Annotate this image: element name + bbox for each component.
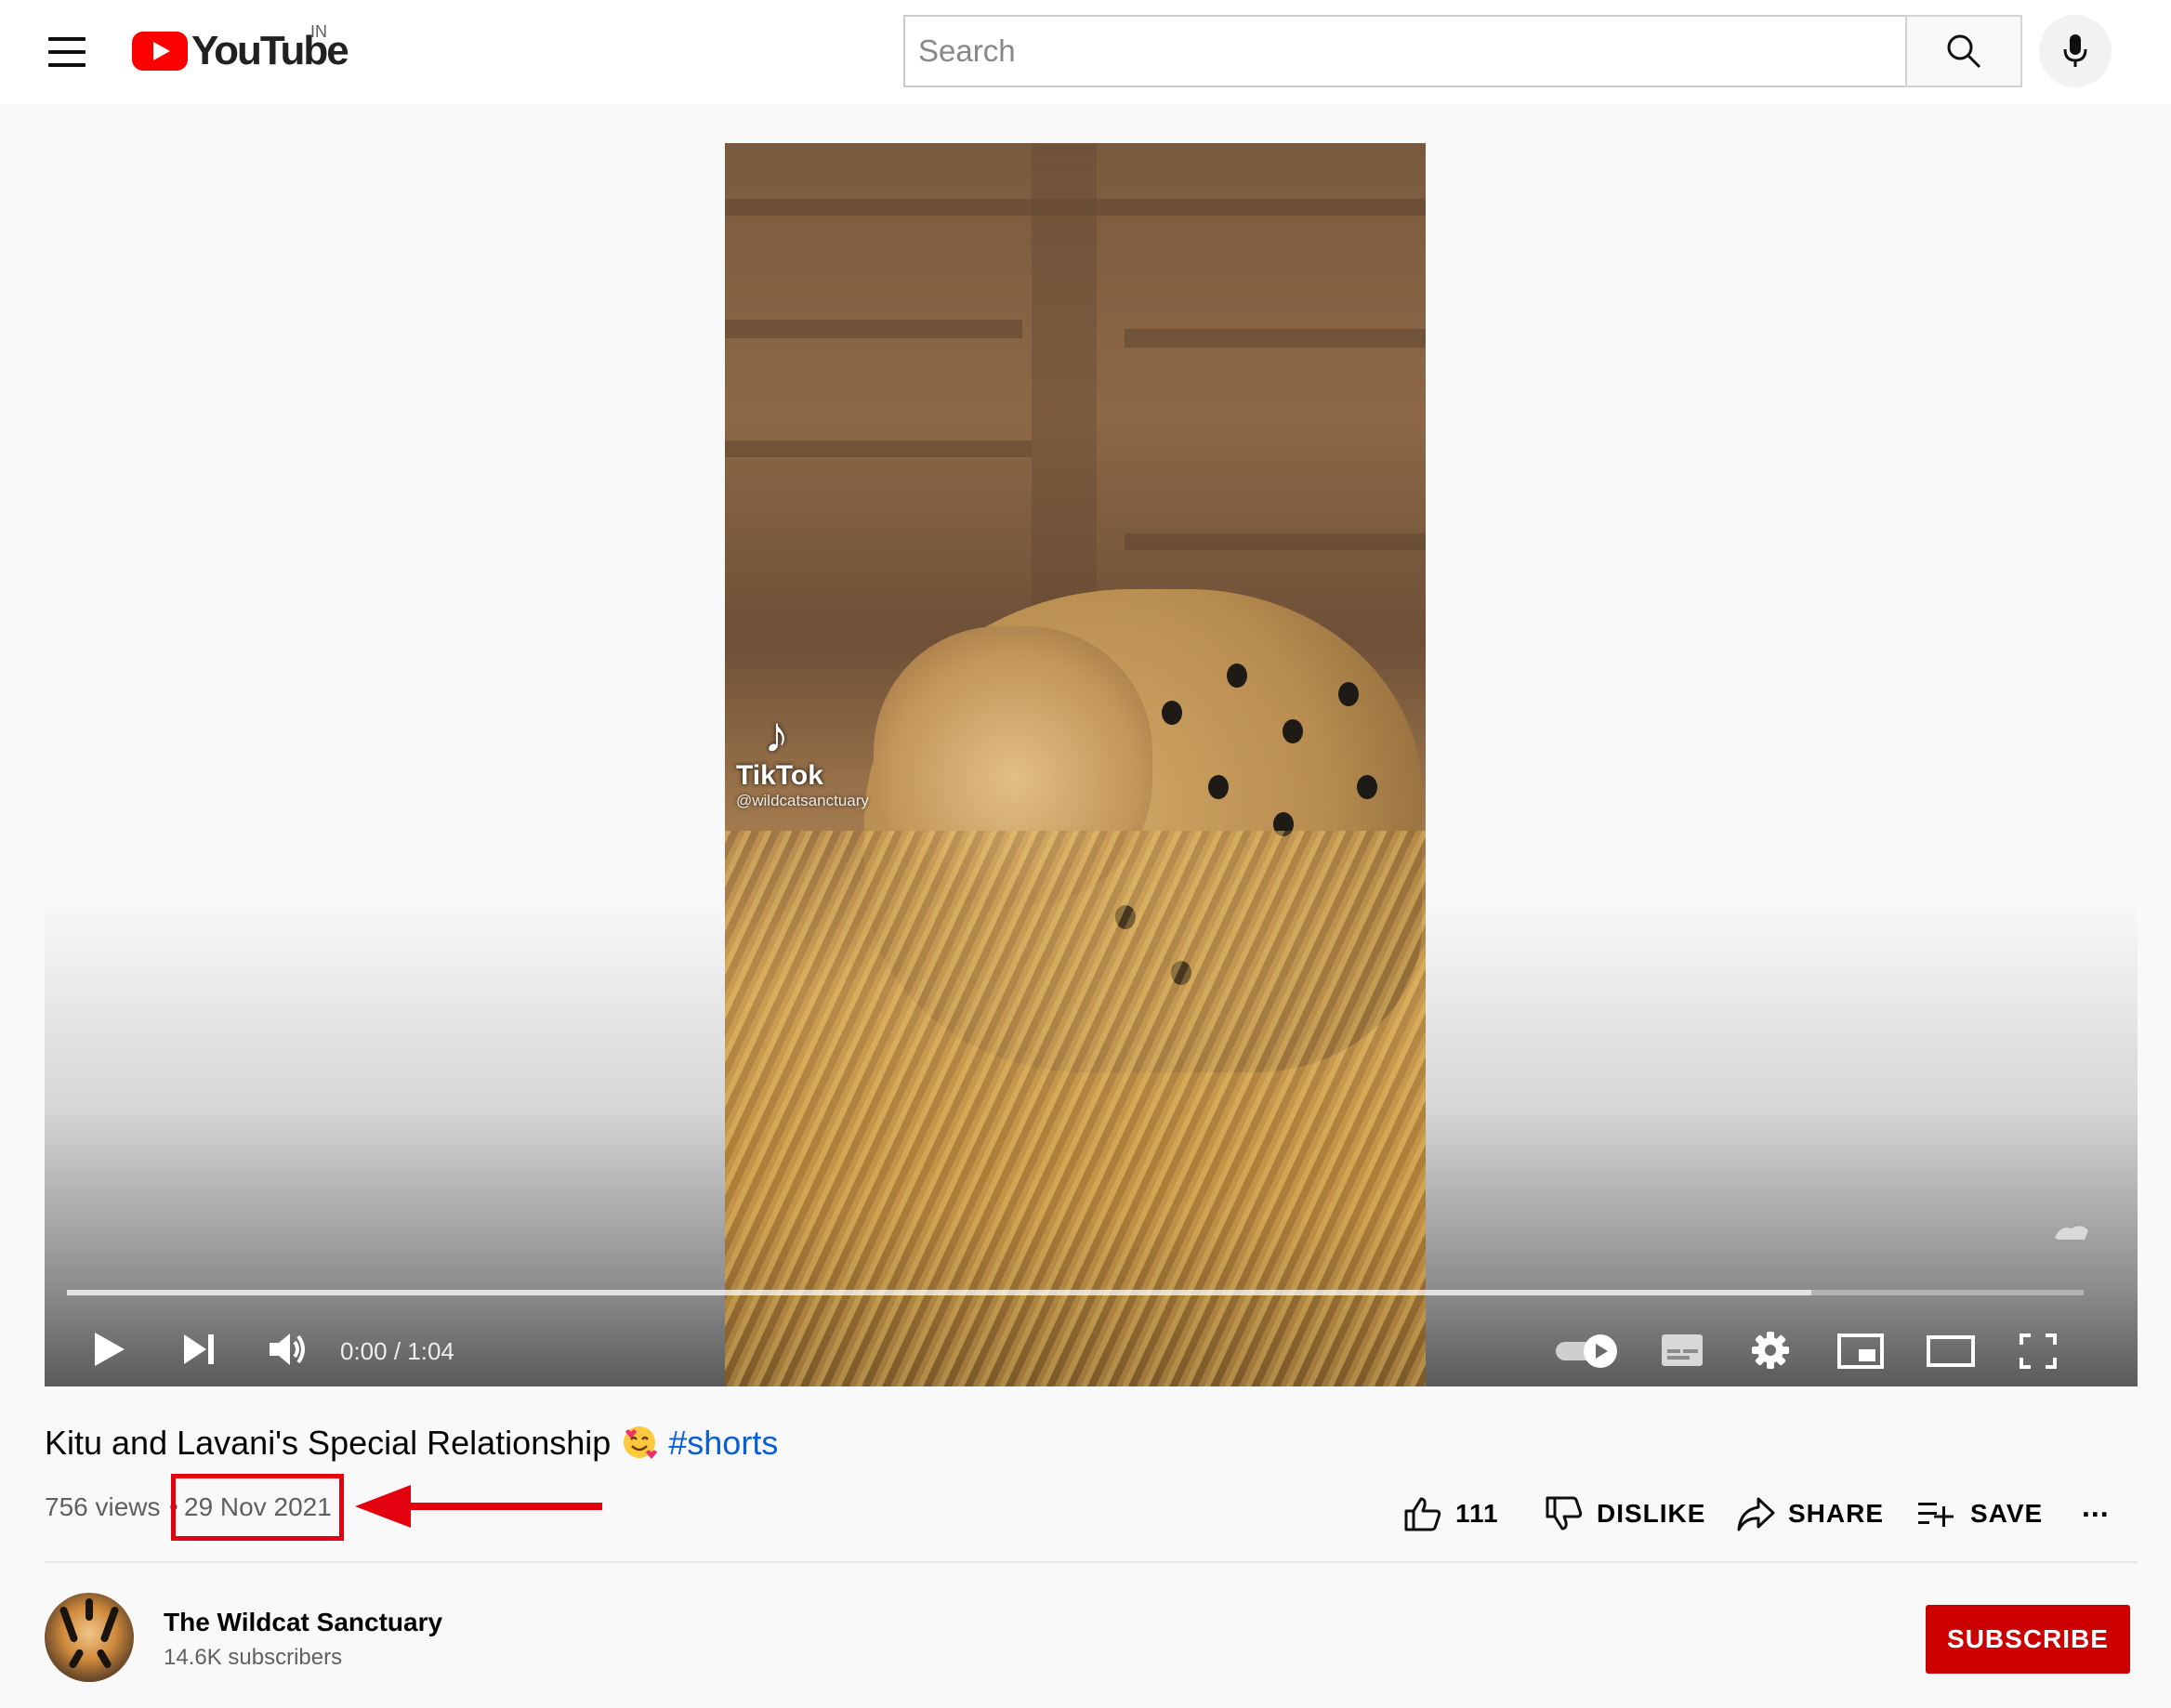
cheetah-spot <box>1357 775 1377 799</box>
smiling-face-with-hearts-icon <box>622 1425 658 1460</box>
gear-icon <box>1752 1332 1789 1369</box>
wood-plank <box>1125 329 1426 348</box>
tiktok-handle: @wildcatsanctuary <box>736 792 869 809</box>
player-controls: 0:00 / 1:04 <box>45 1312 2138 1386</box>
play-icon <box>95 1333 125 1366</box>
share-button[interactable]: SHARE <box>1736 1491 1884 1537</box>
channel-watermark-icon[interactable] <box>2039 1219 2104 1246</box>
cheetah-spot <box>1283 719 1303 743</box>
volume-button[interactable] <box>266 1329 309 1374</box>
more-actions-icon: ... <box>2082 1489 2110 1523</box>
date-highlight-box <box>171 1474 344 1541</box>
video-player[interactable]: ♪ TikTok @wildcatsanctuary 0:00 / 1:04 <box>45 104 2138 1386</box>
cheetah-spot <box>1208 775 1229 799</box>
thumbs-up-icon <box>1404 1497 1441 1531</box>
autoplay-toggle[interactable] <box>1554 1333 1623 1374</box>
search-input[interactable]: Search <box>903 15 1905 87</box>
microphone-icon <box>2063 34 2087 67</box>
save-label: SAVE <box>1970 1499 2044 1528</box>
video-title: Kitu and Lavani's Special Relationship #… <box>45 1424 778 1463</box>
share-label: SHARE <box>1788 1499 1885 1528</box>
cheetah-spot <box>1162 701 1182 725</box>
settings-button[interactable] <box>1751 1331 1790 1374</box>
channel-name[interactable]: The Wildcat Sanctuary <box>164 1608 442 1637</box>
time-display: 0:00 / 1:04 <box>340 1337 454 1365</box>
thumbs-down-icon <box>1546 1496 1583 1531</box>
subtitles-icon <box>1662 1334 1703 1366</box>
cheetah-spot <box>1338 682 1359 706</box>
miniplayer-button[interactable] <box>1836 1333 1885 1374</box>
video-frame[interactable]: ♪ TikTok @wildcatsanctuary <box>725 143 1426 1386</box>
playlist-add-icon <box>1918 1503 1954 1527</box>
volume-icon <box>270 1334 305 1365</box>
save-button[interactable]: SAVE <box>1916 1491 2043 1537</box>
fullscreen-icon <box>2020 1334 2057 1369</box>
next-button[interactable] <box>180 1329 217 1374</box>
dislike-label: DISLIKE <box>1597 1499 1706 1528</box>
like-button[interactable]: 111 <box>1403 1491 1499 1537</box>
tiktok-name: TikTok <box>736 760 823 791</box>
search-icon <box>1947 34 1981 69</box>
wood-plank <box>725 320 1022 338</box>
like-count: 111 <box>1455 1499 1499 1528</box>
tiktok-watermark: ♪ TikTok @wildcatsanctuary <box>736 710 869 810</box>
dislike-button[interactable]: DISLIKE <box>1545 1491 1705 1537</box>
subtitles-button[interactable] <box>1660 1333 1704 1373</box>
theater-mode-button[interactable] <box>1926 1333 1976 1374</box>
autoplay-toggle-icon <box>1556 1334 1617 1368</box>
section-divider <box>45 1561 2138 1563</box>
annotation-arrow-icon <box>355 1485 602 1528</box>
wood-plank <box>1125 533 1426 550</box>
miniplayer-icon <box>1837 1334 1884 1369</box>
cheetah-spot <box>1227 663 1247 688</box>
country-code: IN <box>310 22 327 41</box>
hamburger-menu-icon[interactable] <box>48 37 86 67</box>
fullscreen-button[interactable] <box>2019 1333 2058 1374</box>
voice-search-button[interactable] <box>2039 15 2112 87</box>
hashtag-link[interactable]: #shorts <box>668 1424 778 1462</box>
wood-plank <box>725 440 1032 457</box>
tiktok-note-icon: ♪ <box>764 707 789 763</box>
search-button[interactable] <box>1905 15 2022 87</box>
next-icon <box>184 1334 214 1364</box>
straw-bedding <box>725 831 1426 1386</box>
channel-avatar[interactable] <box>45 1593 134 1682</box>
progress-buffered <box>67 1290 1812 1295</box>
progress-bar[interactable] <box>67 1290 2084 1295</box>
video-meta: 756 views • 29 Nov 2021 <box>45 1492 332 1522</box>
theater-mode-icon <box>1927 1335 1975 1367</box>
video-title-text: Kitu and Lavani's Special Relationship <box>45 1424 612 1462</box>
play-button[interactable] <box>91 1329 128 1374</box>
wood-post <box>1032 143 1097 663</box>
cat-silhouette-icon <box>2055 1226 2088 1240</box>
subscriber-count: 14.6K subscribers <box>164 1645 343 1670</box>
more-actions-button[interactable]: ... <box>2082 1483 2110 1530</box>
view-count: 756 views <box>45 1492 161 1521</box>
share-icon <box>1737 1497 1775 1531</box>
youtube-play-icon <box>132 32 188 71</box>
top-bar: YouTube IN Search <box>0 0 2171 104</box>
subscribe-button[interactable]: SUBSCRIBE <box>1926 1605 2130 1674</box>
